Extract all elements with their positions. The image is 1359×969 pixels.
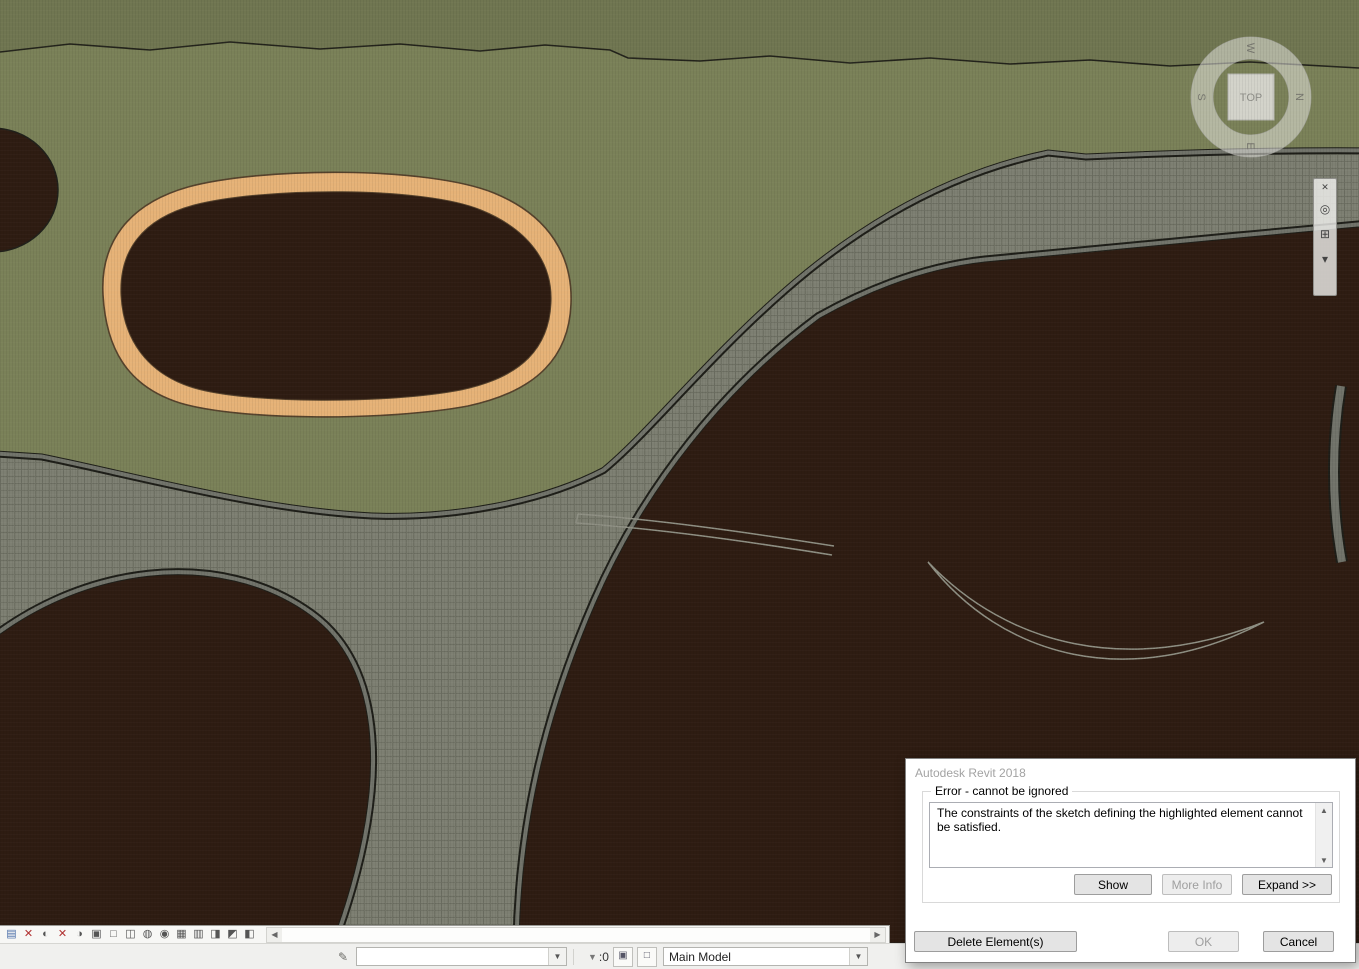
revit-application-window: { "window": { "title": "Autodesk Revit 2… <box>0 0 1359 969</box>
error-message-box[interactable]: The constraints of the sketch defining t… <box>929 802 1333 868</box>
active-workset-icon[interactable]: ✎ <box>334 950 352 964</box>
chevron-down-icon[interactable]: ▼ <box>848 948 867 965</box>
temporary-hide-isolate-icon[interactable]: ◫ <box>122 927 139 942</box>
design-option-value: Main Model <box>668 949 731 964</box>
view-control-bar-icons: ▤ ✕ ◐ ✕ ◑ ▣ □ ◫ ◍ ◉ ▦ ▥ ◨ ◩ ◧ <box>3 927 258 942</box>
workset-selector[interactable]: ▼ <box>356 947 567 966</box>
separator <box>573 948 574 965</box>
ok-button: OK <box>1168 931 1239 952</box>
detail-level-icon[interactable]: ✕ <box>20 927 37 942</box>
cancel-button[interactable]: Cancel <box>1263 931 1334 952</box>
message-scrollbar[interactable]: ▲ ▼ <box>1315 803 1332 867</box>
temporary-view-properties-icon[interactable]: ◉ <box>156 927 173 942</box>
crop-view-icon[interactable]: ▣ <box>88 927 105 942</box>
drag-elements-toggle-icon[interactable]: □ <box>636 946 657 967</box>
visual-style-icon[interactable]: ◐ <box>37 927 54 942</box>
filter-funnel-icon: ▼ <box>588 951 597 962</box>
reveal-hidden-elements-icon[interactable]: ◍ <box>139 927 156 942</box>
viewcube-south-label[interactable]: S <box>1195 93 1207 100</box>
select-elements-toggle-icon[interactable]: ▣ <box>612 946 633 967</box>
close-icon[interactable]: ✕ <box>1317 182 1333 192</box>
viewcube-west-label[interactable]: W <box>1244 43 1256 54</box>
sun-path-icon[interactable]: ✕ <box>54 927 71 942</box>
planting-area-left[interactable] <box>0 574 371 943</box>
viewcube-east-label[interactable]: E <box>1244 142 1256 149</box>
error-group-label: Error - cannot be ignored <box>931 784 1073 798</box>
scroll-left-arrow-icon[interactable]: ◀ <box>267 927 282 942</box>
shadows-icon[interactable]: ◑ <box>71 927 88 942</box>
chevron-down-icon[interactable]: ▼ <box>548 948 566 965</box>
scroll-right-arrow-icon[interactable]: ▶ <box>870 927 885 942</box>
view-control-bar: ▤ ✕ ◐ ✕ ◑ ▣ □ ◫ ◍ ◉ ▦ ▥ ◨ ◩ ◧ ◀ ▶ <box>0 925 890 943</box>
viewcube[interactable]: TOP W N E S <box>1190 36 1312 158</box>
viewcube-north-label[interactable]: N <box>1293 93 1305 101</box>
scroll-down-arrow-icon[interactable]: ▼ <box>1316 853 1332 867</box>
error-groupbox: Error - cannot be ignored The constraint… <box>922 784 1340 903</box>
horizontal-scrollbar[interactable]: ◀ ▶ <box>266 926 886 943</box>
selection-filter-count: :0 <box>598 949 609 964</box>
dialog-title: Autodesk Revit 2018 <box>915 766 1026 780</box>
steering-wheel-icon[interactable]: ◎ <box>1317 201 1333 217</box>
more-info-button: More Info <box>1162 874 1232 895</box>
scale-icon[interactable]: ▤ <box>3 927 20 942</box>
show-crop-region-icon[interactable]: □ <box>105 927 122 942</box>
zoom-region-icon[interactable]: ⊞ <box>1317 226 1333 242</box>
design-option-selector[interactable]: Main Model ▼ <box>662 947 868 966</box>
planting-bed-inner[interactable] <box>120 191 552 401</box>
viewcube-top-label[interactable]: TOP <box>1240 92 1262 104</box>
delete-elements-button[interactable]: Delete Element(s) <box>914 931 1077 952</box>
worksharing-display-icon[interactable]: ▥ <box>190 927 207 942</box>
show-constraints-icon[interactable]: ▦ <box>173 927 190 942</box>
reveal-obstacles-icon[interactable]: ◧ <box>241 927 258 942</box>
navigation-bar[interactable]: ✕ ◎ ⊞ ▾ <box>1313 178 1337 296</box>
analytical-model-icon[interactable]: ◨ <box>207 927 224 942</box>
expand-button[interactable]: Expand >> <box>1242 874 1332 895</box>
scroll-up-arrow-icon[interactable]: ▲ <box>1316 803 1332 817</box>
error-buttons-row: Show More Info Expand >> <box>1074 874 1332 895</box>
error-dialog: Autodesk Revit 2018 Error - cannot be ig… <box>905 758 1356 963</box>
show-button[interactable]: Show <box>1074 874 1152 895</box>
chevron-down-icon[interactable]: ▾ <box>1317 251 1333 267</box>
error-message-text: The constraints of the sketch defining t… <box>937 806 1303 834</box>
scrollbar-track[interactable] <box>282 928 870 942</box>
selection-filter[interactable]: ▼ :0 <box>588 950 609 964</box>
highlight-displacement-icon[interactable]: ◩ <box>224 927 241 942</box>
